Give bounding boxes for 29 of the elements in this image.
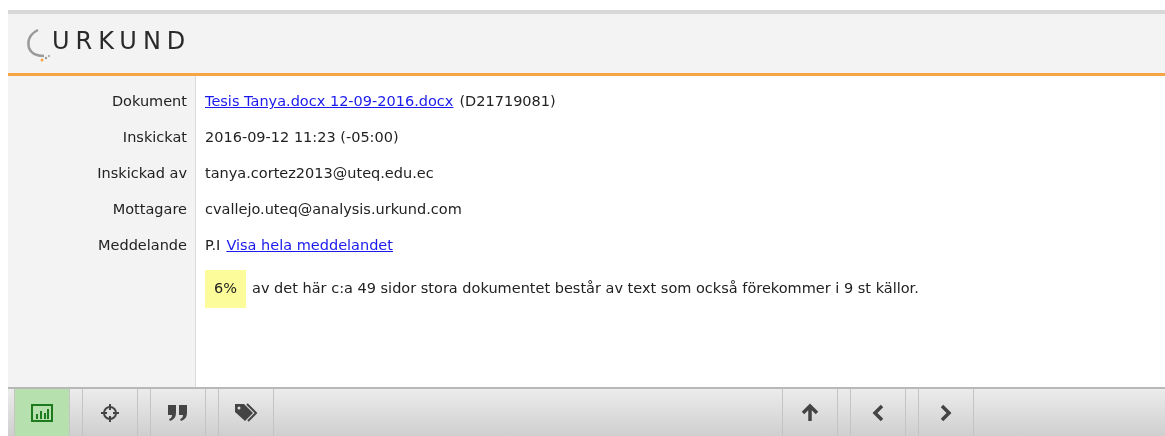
field-label: Meddelande: [98, 236, 187, 256]
chevron-left-icon: [870, 402, 886, 423]
percentage-badge: 6%: [205, 270, 246, 308]
toolbar-button[interactable]: [14, 389, 70, 436]
toolbar-button[interactable]: [782, 389, 838, 436]
field-value: cvallejo.uteq@analysis.urkund.com: [205, 200, 462, 220]
field-label: Mottagare: [112, 200, 187, 220]
field-label: Inskickat: [122, 128, 187, 148]
field-value: P.I: [205, 236, 221, 256]
summary-text: av det här c:a 49 sidor stora dokumentet består av text som också förekommer i 9 st källor.: [252, 279, 919, 298]
toolbar-button[interactable]: [82, 389, 138, 436]
chart-icon: [31, 403, 53, 422]
field-value: (D21719081): [459, 92, 556, 112]
chevron-right-icon: [938, 402, 954, 423]
quote-icon: [167, 403, 189, 422]
field-label: Inskickad av: [97, 164, 187, 184]
field-value: tanya.cortez2013@uteq.edu.ec: [205, 164, 434, 184]
up-arrow-icon: [800, 402, 820, 423]
toolbar-button[interactable]: [150, 389, 206, 436]
field-label: Dokument: [111, 92, 187, 112]
tags-icon: [234, 402, 258, 423]
link[interactable]: Tesis Tanya.docx 12-09-2016.docx: [205, 91, 454, 113]
link[interactable]: Visa hela meddelandet: [226, 235, 393, 257]
toolbar-button[interactable]: [850, 389, 906, 436]
crosshair-icon: [100, 402, 120, 423]
toolbar-button[interactable]: [218, 389, 274, 436]
logo-text: URKUND: [52, 25, 192, 57]
toolbar-button[interactable]: [918, 389, 974, 436]
field-value: 2016-09-12 11:23 (-05:00): [205, 128, 399, 148]
